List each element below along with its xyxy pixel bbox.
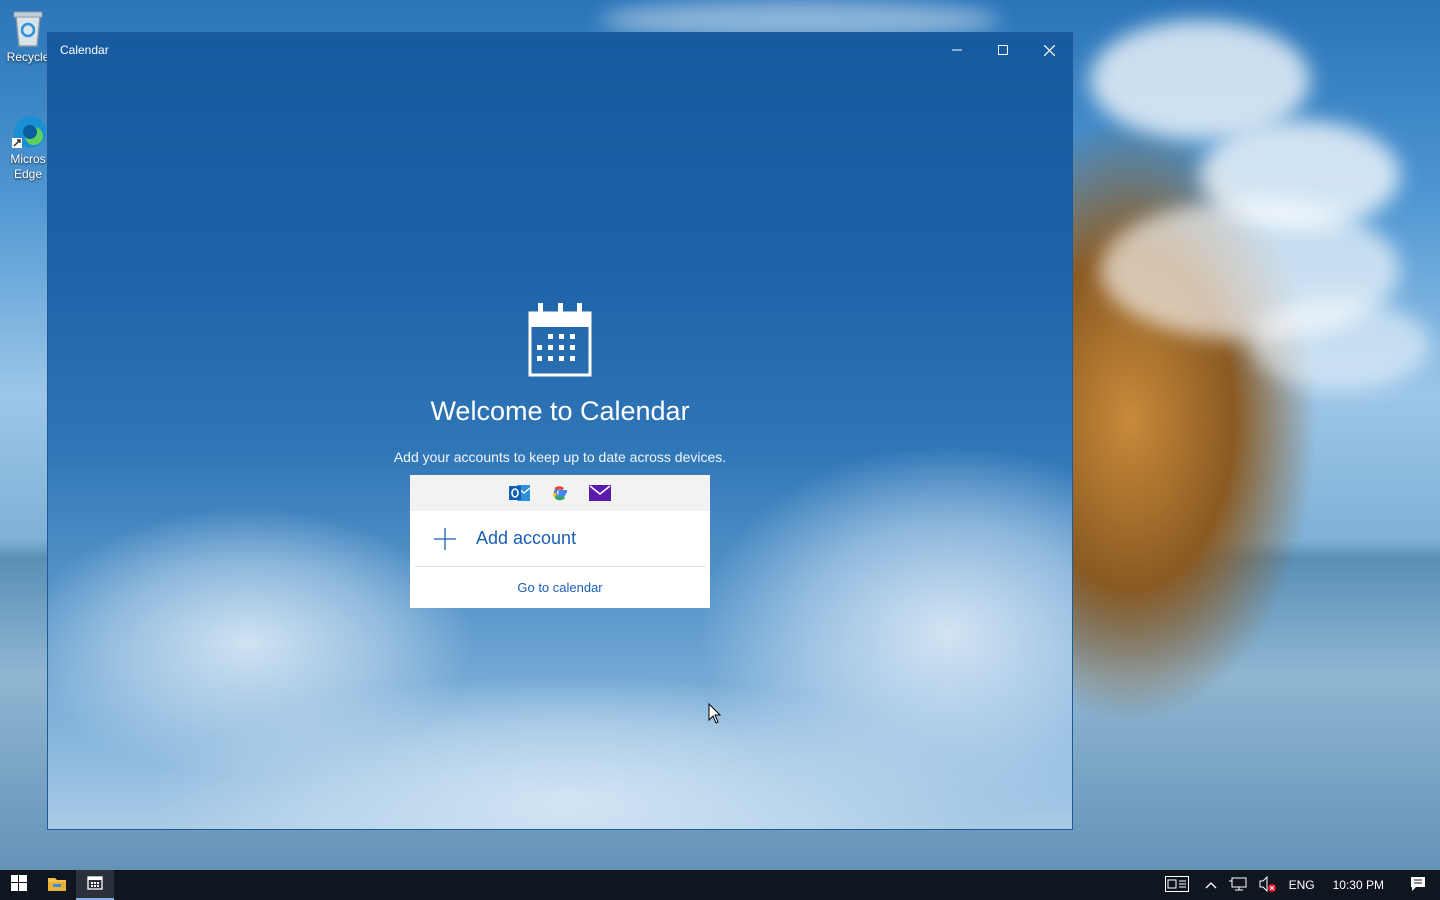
provider-strip: [410, 475, 710, 511]
system-tray: ENG 10:30 PM: [1155, 870, 1440, 900]
language-indicator[interactable]: ENG: [1283, 870, 1321, 900]
clock[interactable]: 10:30 PM: [1321, 870, 1396, 900]
show-hidden-icons-button[interactable]: [1199, 870, 1223, 900]
outlook-icon: [508, 481, 532, 505]
welcome-subtitle: Add your accounts to keep up to date acr…: [393, 449, 727, 465]
close-button[interactable]: [1026, 33, 1072, 67]
desktop-icon-label: Recycle: [6, 50, 50, 64]
calendar-taskbar-button[interactable]: [76, 870, 114, 900]
desktop-icon-edge[interactable]: Micros Edge: [4, 110, 52, 182]
maximize-icon: [998, 45, 1008, 55]
calendar-app-icon: [87, 874, 103, 894]
network-icon: [1228, 877, 1247, 894]
chevron-up-icon: [1205, 878, 1217, 892]
start-icon: [11, 875, 27, 895]
news-button[interactable]: [1155, 870, 1199, 900]
window-title: Calendar: [60, 43, 109, 57]
network-button[interactable]: [1223, 870, 1253, 900]
welcome-heading: Welcome to Calendar: [430, 396, 690, 426]
calendar-icon: [528, 301, 592, 383]
window-controls: [934, 33, 1072, 67]
news-icon: [1164, 875, 1189, 895]
maximize-button[interactable]: [980, 33, 1026, 67]
desktop-icon-label: Micros Edge: [10, 152, 46, 181]
title-bar[interactable]: Calendar: [48, 33, 1072, 67]
mouse-pointer-icon: [708, 702, 722, 729]
plus-icon: [434, 527, 456, 550]
accounts-card: Add account Go to calendar: [410, 475, 710, 608]
close-icon: [1043, 44, 1055, 56]
action-center-button[interactable]: [1396, 870, 1440, 900]
desktop-icon-recycle-bin[interactable]: Recycle: [4, 8, 52, 64]
mail-icon: [588, 481, 612, 505]
go-to-calendar-link[interactable]: Go to calendar: [410, 567, 710, 607]
taskbar: ENG 10:30 PM: [0, 870, 1440, 900]
notification-icon: [1410, 876, 1426, 895]
google-icon: [548, 481, 572, 505]
go-to-calendar-label: Go to calendar: [517, 579, 603, 595]
volume-button[interactable]: [1253, 870, 1283, 900]
volume-muted-icon: [1259, 875, 1277, 895]
file-explorer-button[interactable]: [38, 870, 76, 900]
add-account-label: Add account: [476, 528, 577, 548]
calendar-window: Calendar Welcome to Calendar Add your ac…: [47, 32, 1073, 830]
start-button[interactable]: [0, 870, 38, 900]
file-explorer-icon: [48, 876, 66, 895]
minimize-icon: [952, 45, 962, 55]
minimize-button[interactable]: [934, 33, 980, 67]
edge-icon: [10, 110, 46, 150]
add-account-button[interactable]: Add account: [414, 511, 706, 567]
recycle-bin-icon: [10, 8, 46, 48]
